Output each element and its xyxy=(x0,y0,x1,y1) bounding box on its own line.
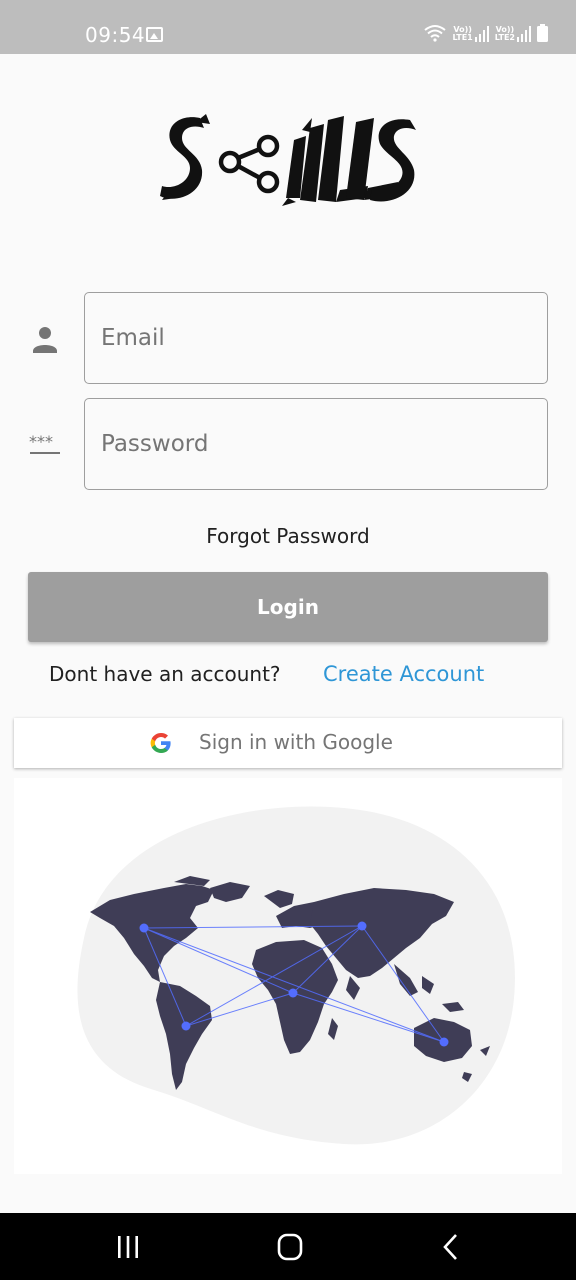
signup-row: Dont have an account? Create Account xyxy=(0,662,576,692)
status-bar: 09:54 Vo)) LTE1 Vo)) LTE2 xyxy=(0,0,576,54)
world-map-illustration xyxy=(14,778,562,1174)
email-field[interactable] xyxy=(85,293,547,383)
google-signin-button[interactable]: Sign in with Google xyxy=(14,718,562,768)
volte-lte1-signal-icon: Vo)) LTE1 xyxy=(452,26,489,42)
volte-lte2-signal-icon: Vo)) LTE2 xyxy=(495,26,531,42)
password-row: *** xyxy=(0,398,576,490)
skills-logo xyxy=(160,114,416,206)
create-account-link[interactable]: Create Account xyxy=(323,662,484,686)
email-field-box[interactable] xyxy=(84,292,548,384)
battery-icon xyxy=(537,24,548,42)
home-icon[interactable] xyxy=(270,1231,310,1263)
status-time: 09:54 xyxy=(85,23,146,47)
gallery-icon xyxy=(146,27,163,42)
status-icons: Vo)) LTE1 Vo)) LTE2 xyxy=(424,24,548,42)
password-field-box[interactable] xyxy=(84,398,548,490)
google-icon xyxy=(150,733,171,753)
password-icon: *** xyxy=(29,432,60,454)
back-icon[interactable] xyxy=(431,1231,471,1263)
forgot-password-link[interactable]: Forgot Password xyxy=(0,524,576,548)
password-field[interactable] xyxy=(85,399,547,489)
email-row xyxy=(0,292,576,384)
recent-apps-icon[interactable] xyxy=(108,1231,148,1263)
wifi-icon xyxy=(424,25,447,42)
share-icon xyxy=(218,134,280,194)
world-map-svg xyxy=(77,806,515,1145)
navigation-bar xyxy=(0,1213,576,1280)
google-signin-label: Sign in with Google xyxy=(199,730,393,754)
svg-text:***: *** xyxy=(29,432,53,451)
person-icon xyxy=(33,327,57,353)
no-account-text: Dont have an account? xyxy=(49,662,281,686)
login-button[interactable]: Login xyxy=(28,572,548,642)
